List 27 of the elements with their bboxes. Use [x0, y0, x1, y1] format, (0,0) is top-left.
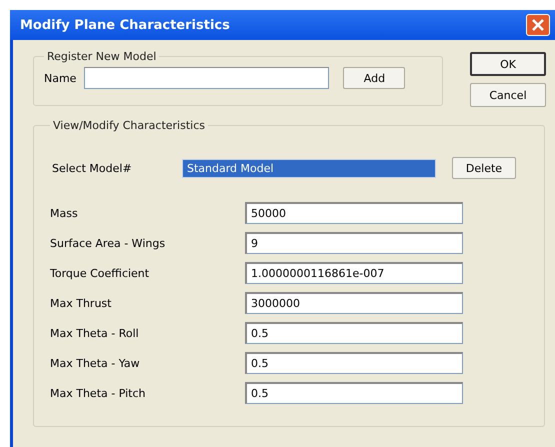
- field-label: Select Model#: [52, 162, 133, 174]
- field-label: Torque Coefficient: [50, 266, 150, 280]
- group-title: View/Modify Characteristics: [52, 119, 206, 132]
- cancel-button[interactable]: Cancel: [470, 83, 546, 107]
- field-label: Max Theta - Yaw: [50, 356, 141, 370]
- value-field[interactable]: 50000: [245, 202, 463, 224]
- model-dropdown[interactable]: Standard Model: [182, 158, 436, 178]
- ok-button[interactable]: OK: [470, 52, 546, 76]
- group-title: Register New Model: [46, 50, 158, 63]
- close-button[interactable]: [526, 14, 550, 36]
- name-field[interactable]: [84, 67, 330, 89]
- value-field[interactable]: 0.5: [245, 382, 463, 404]
- close-icon: [531, 18, 545, 32]
- window-title: Modify Plane Characteristics: [20, 18, 230, 32]
- value-field[interactable]: 9: [245, 232, 463, 254]
- value-field[interactable]: 0.5: [245, 322, 463, 344]
- field-label: Name: [44, 72, 76, 84]
- field-label: Max Theta - Roll: [50, 326, 140, 340]
- value-field[interactable]: 1.0000000116861e-007: [245, 262, 463, 284]
- field-label: Max Thrust: [50, 296, 112, 310]
- field-label: Surface Area - Wings: [50, 236, 166, 250]
- delete-button[interactable]: Delete: [452, 157, 516, 179]
- field-label: Max Theta - Pitch: [50, 386, 146, 400]
- add-button[interactable]: Add: [343, 67, 406, 89]
- field-label: Mass: [50, 206, 79, 220]
- value-field[interactable]: 0.5: [245, 352, 463, 374]
- value-field[interactable]: 3000000: [245, 292, 463, 314]
